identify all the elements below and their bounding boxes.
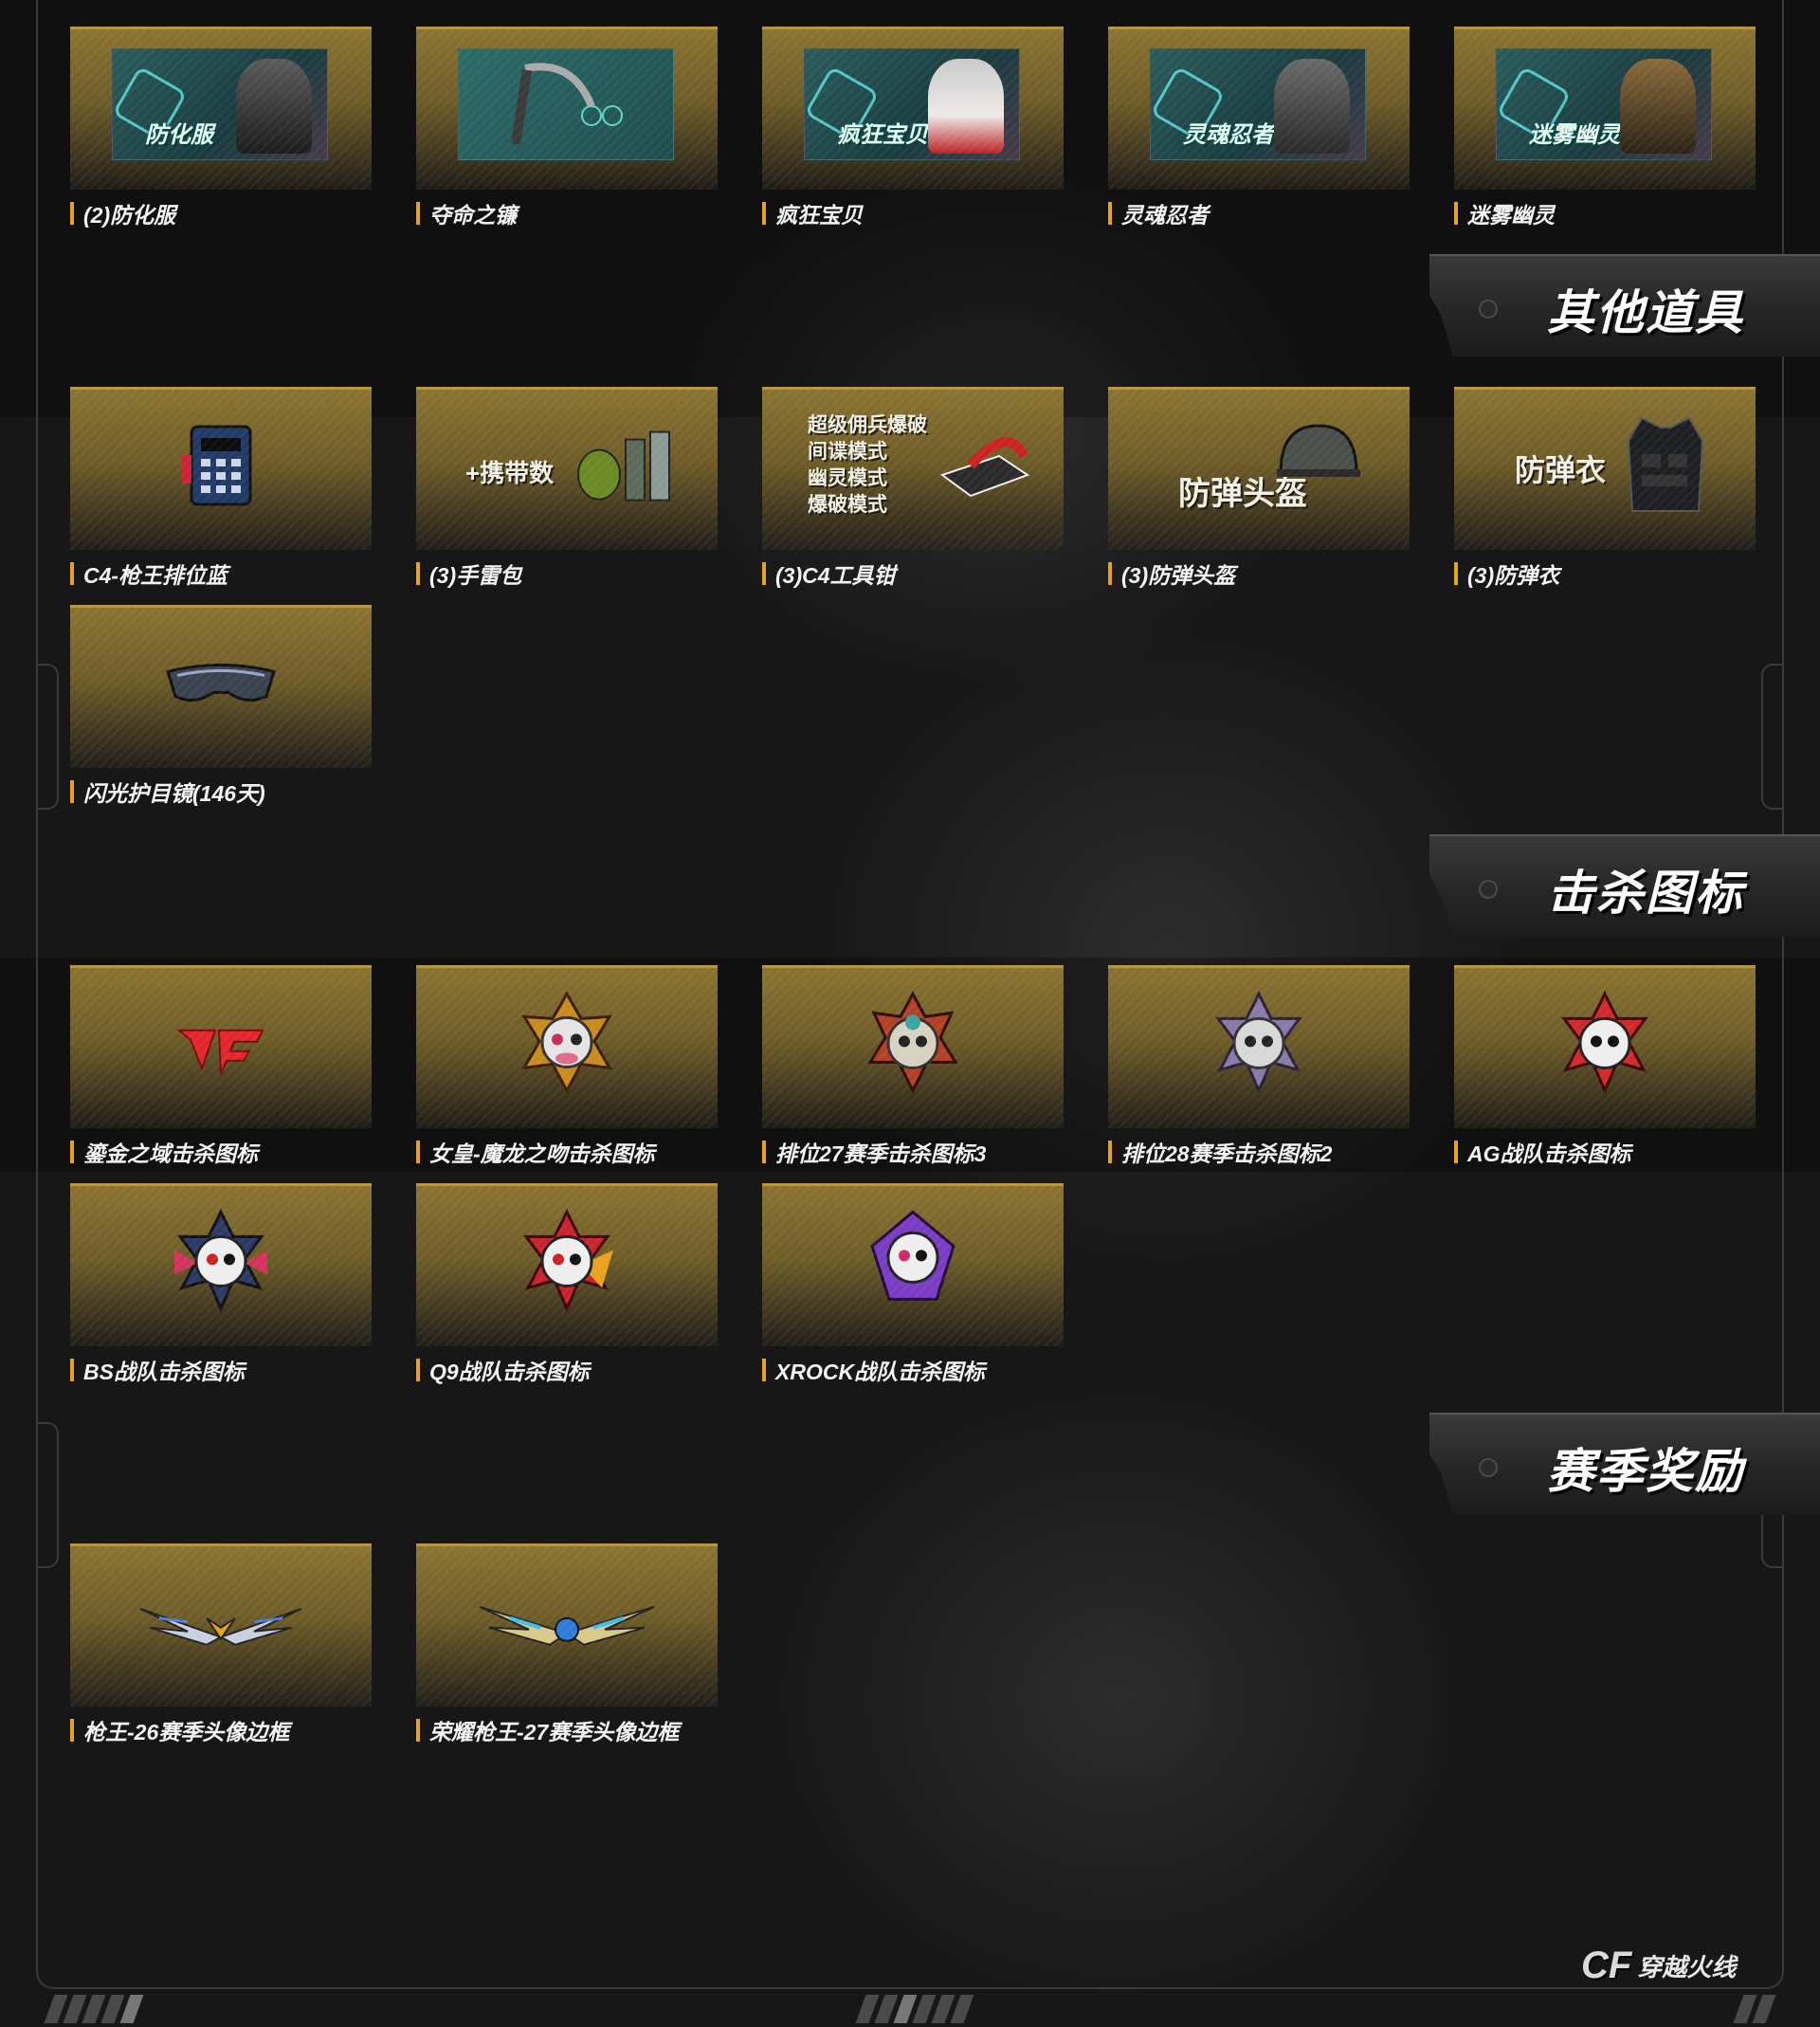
item-thumb-box: [1454, 965, 1756, 1128]
game-logo: CF 穿越火线: [1581, 1944, 1737, 1986]
item-label: 枪王-26赛季头像边框: [83, 1720, 290, 1744]
skull-badge-icon: [1215, 990, 1302, 1094]
item-label: (3)手雷包: [429, 563, 522, 588]
skull-badge-icon: [867, 990, 958, 1094]
item-label: 灵魂忍者: [1121, 203, 1209, 228]
item-thumb-box: 超级佣兵爆破 间谍模式 幽灵模式 爆破模式: [762, 387, 1064, 550]
item-card[interactable]: 枪王-26赛季头像边框: [70, 1543, 372, 1758]
decorative-stripes: [1733, 1995, 1776, 2023]
item-label: (2)防化服: [83, 203, 176, 228]
item-card[interactable]: 女皇-魔龙之吻击杀图标: [416, 965, 718, 1179]
item-thumb-box: [416, 1183, 718, 1346]
item-card[interactable]: 疯狂宝贝 疯狂宝贝: [762, 27, 1064, 241]
item-label: C4-枪王排位蓝: [83, 563, 228, 588]
item-card[interactable]: 防化服 (2)防化服: [70, 27, 372, 241]
decorative-stripes: [44, 1995, 144, 2023]
item-thumb-box: 灵魂忍者: [1108, 27, 1410, 190]
item-card[interactable]: 防弹衣 (3)防弹衣: [1454, 387, 1756, 601]
item-card[interactable]: 鎏金之域击杀图标: [70, 965, 372, 1179]
item-label: 排位27赛季击杀图标3: [775, 1141, 987, 1166]
item-thumb-box: 防化服: [70, 27, 372, 190]
item-label: 闪光护目镜(146天): [83, 781, 265, 806]
skull-badge-icon: [174, 1208, 267, 1312]
item-card[interactable]: 迷雾幽灵 迷雾幽灵: [1454, 27, 1756, 241]
item-label: 鎏金之域击杀图标: [83, 1141, 258, 1166]
item-card[interactable]: 夺命之镰: [416, 27, 718, 241]
item-thumb-box: [70, 965, 372, 1128]
item-card[interactable]: 超级佣兵爆破 间谍模式 幽灵模式 爆破模式 (3)C4工具钳: [762, 387, 1064, 601]
section-title-other-items: 其他道具: [1429, 254, 1820, 356]
item-thumb-box: [762, 965, 1064, 1128]
item-card[interactable]: 防弹头盔 (3)防弹头盔: [1108, 387, 1410, 601]
zombie-character-icon: 疯狂宝贝: [804, 48, 1020, 160]
item-label: 迷雾幽灵: [1467, 203, 1555, 228]
item-label: 女皇-魔龙之吻击杀图标: [429, 1141, 655, 1166]
zombie-character-icon: 灵魂忍者: [1150, 48, 1366, 160]
item-card[interactable]: AG战队击杀图标: [1454, 965, 1756, 1179]
item-card[interactable]: BS战队击杀图标: [70, 1183, 372, 1397]
body-armor-icon: [1627, 416, 1704, 512]
grenade-pack-icon: [576, 430, 670, 502]
item-card[interactable]: 排位27赛季击杀图标3: [762, 965, 1064, 1179]
item-label: 荣耀枪王-27赛季头像边框: [429, 1720, 680, 1744]
item-card[interactable]: 荣耀枪王-27赛季头像边框: [416, 1543, 718, 1758]
item-thumb-box: [762, 1183, 1064, 1346]
item-card[interactable]: 排位28赛季击杀图标2: [1108, 965, 1410, 1179]
item-label: 疯狂宝贝: [775, 203, 863, 228]
item-thumb-box: [416, 1543, 718, 1707]
helmet-icon: [1277, 424, 1360, 477]
c4-bomb-icon: [182, 425, 252, 505]
item-thumb-box: [70, 387, 372, 550]
skull-badge-icon: [523, 1208, 613, 1312]
item-thumb-box: [1108, 965, 1410, 1128]
item-thumb-box: 防弹衣: [1454, 387, 1756, 550]
item-label: BS战队击杀图标: [83, 1360, 245, 1384]
item-label: (3)防弹头盔: [1121, 563, 1236, 588]
item-card[interactable]: +携带数 (3)手雷包: [416, 387, 718, 601]
hazmat-suit-icon: 防化服: [112, 48, 328, 160]
item-label: AG战队击杀图标: [1467, 1141, 1631, 1166]
cf-logo-icon: [176, 1029, 264, 1074]
c4-pliers-icon: [939, 437, 1030, 498]
cf-logo-icon: CF: [1581, 1944, 1632, 1986]
item-card[interactable]: 灵魂忍者 灵魂忍者: [1108, 27, 1410, 241]
item-label: XROCK战队击杀图标: [775, 1360, 986, 1384]
item-card[interactable]: 闪光护目镜(146天): [70, 605, 372, 819]
skull-badge-icon: [870, 1209, 956, 1301]
frame-notch: [36, 664, 59, 810]
item-card[interactable]: C4-枪王排位蓝: [70, 387, 372, 601]
item-label: 排位28赛季击杀图标2: [1121, 1141, 1333, 1166]
skull-badge-icon: [521, 990, 612, 1094]
section-title-kill-icons: 击杀图标: [1429, 834, 1820, 937]
zombie-character-icon: 迷雾幽灵: [1496, 48, 1712, 160]
item-thumb-box: +携带数: [416, 387, 718, 550]
item-thumb-box: [70, 1543, 372, 1707]
item-thumb-box: [70, 605, 372, 768]
item-thumb-box: [416, 27, 718, 190]
item-thumb-box: 防弹头盔: [1108, 387, 1410, 550]
frame-notch: [1761, 664, 1784, 810]
item-thumb-box: 迷雾幽灵: [1454, 27, 1756, 190]
decorative-stripes: [855, 1995, 974, 2023]
item-card[interactable]: XROCK战队击杀图标: [762, 1183, 1064, 1397]
frame-notch: [36, 1422, 59, 1568]
skull-badge-icon: [1561, 990, 1648, 1094]
item-label: Q9战队击杀图标: [429, 1360, 590, 1384]
winged-frame-icon: [479, 1605, 655, 1646]
goggles-icon: [166, 663, 276, 702]
winged-frame-icon: [139, 1607, 302, 1646]
section-title-season-rewards: 赛季奖励: [1429, 1413, 1820, 1515]
item-label: 夺命之镰: [429, 203, 517, 228]
scythe-icon: [458, 48, 674, 160]
item-thumb-box: [416, 965, 718, 1128]
item-card[interactable]: Q9战队击杀图标: [416, 1183, 718, 1397]
item-thumb-box: [70, 1183, 372, 1346]
item-label: (3)C4工具钳: [775, 563, 896, 588]
item-thumb-box: 疯狂宝贝: [762, 27, 1064, 190]
item-label: (3)防弹衣: [1467, 563, 1560, 588]
